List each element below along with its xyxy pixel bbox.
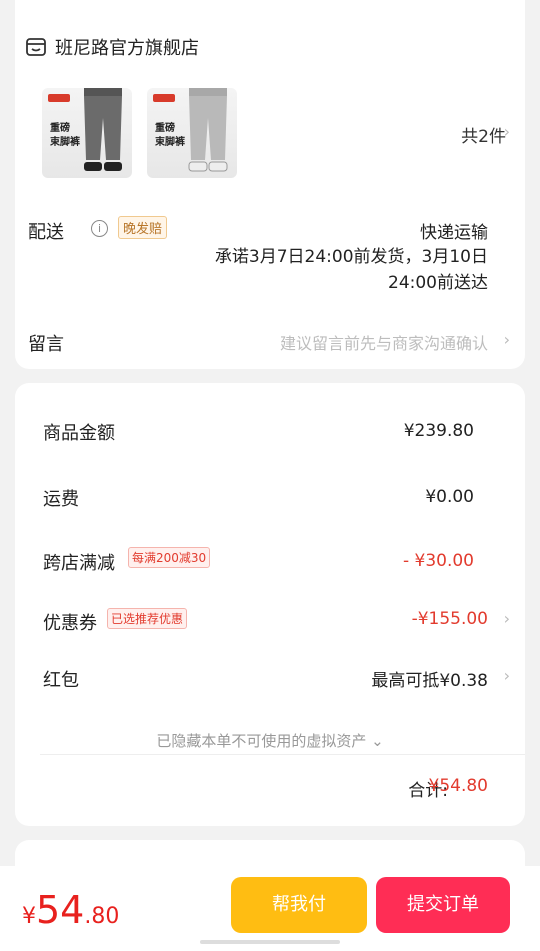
home-indicator (200, 940, 340, 944)
item-count[interactable]: 共2件 (461, 122, 506, 147)
message-input[interactable]: 建议留言前先与商家沟通确认 (280, 330, 488, 354)
shop-icon (26, 38, 46, 56)
amount-card (15, 383, 525, 826)
freight-label: 运费 (43, 489, 79, 510)
info-icon[interactable]: i (91, 220, 108, 237)
submit-order-button[interactable]: 提交订单 (376, 877, 510, 933)
pay-amount: ¥54.80 (22, 888, 119, 932)
product-thumbnail[interactable]: 重磅 束脚裤 (42, 88, 132, 178)
chevron-down-icon: ⌄ (371, 732, 384, 750)
price-decimal: .80 (84, 904, 120, 929)
hidden-assets-text: 已隐藏本单不可使用的虚拟资产 (156, 732, 367, 750)
chevron-right-icon[interactable]: › (504, 666, 510, 685)
price-integer: 54 (36, 888, 85, 932)
currency-symbol: ¥ (22, 904, 36, 929)
product-thumbnail[interactable]: 重磅 束脚裤 (147, 88, 237, 178)
pants-image (188, 88, 228, 172)
store-header[interactable]: 班尼路官方旗舰店 (25, 34, 199, 60)
brand-logo (153, 94, 175, 102)
brand-logo (48, 94, 70, 102)
shipping-promise: 承诺3月7日24:00前发货，3月10日24:00前送达 (214, 247, 488, 293)
freight-value: ¥0.00 (425, 487, 474, 507)
divider (40, 754, 525, 755)
pants-image (84, 88, 122, 171)
chevron-right-icon[interactable]: › (504, 122, 510, 141)
chevron-right-icon[interactable]: › (504, 330, 510, 349)
coupon-badge: 已选推荐优惠 (107, 608, 188, 629)
late-compensation-tag: 晚发赔 (118, 216, 168, 239)
message-label: 留言 (28, 334, 64, 355)
chevron-right-icon[interactable]: › (504, 609, 510, 628)
cross-store-discount-value: - ¥30.00 (402, 551, 474, 571)
cross-store-discount-badge: 每满200减30 (128, 547, 211, 568)
help-pay-button[interactable]: 帮我付 (231, 877, 367, 933)
coupon-value[interactable]: -¥155.00 (412, 609, 488, 629)
goods-amount-label: 商品金额 (43, 423, 115, 444)
store-name: 班尼路官方旗舰店 (55, 38, 199, 59)
coupon-label: 优惠券 (43, 613, 97, 634)
shipping-method: 快递运输 (420, 223, 488, 243)
red-packet-label: 红包 (43, 670, 79, 691)
hidden-assets-toggle[interactable]: 已隐藏本单不可使用的虚拟资产 ⌄ (0, 730, 540, 751)
red-packet-value[interactable]: 最高可抵¥0.38 (371, 666, 488, 691)
cross-store-discount-label: 跨店满减 (43, 553, 115, 574)
shipping-label: 配送 (28, 222, 64, 243)
total-value: ¥54.80 (428, 776, 488, 796)
goods-amount-value: ¥239.80 (403, 421, 474, 441)
